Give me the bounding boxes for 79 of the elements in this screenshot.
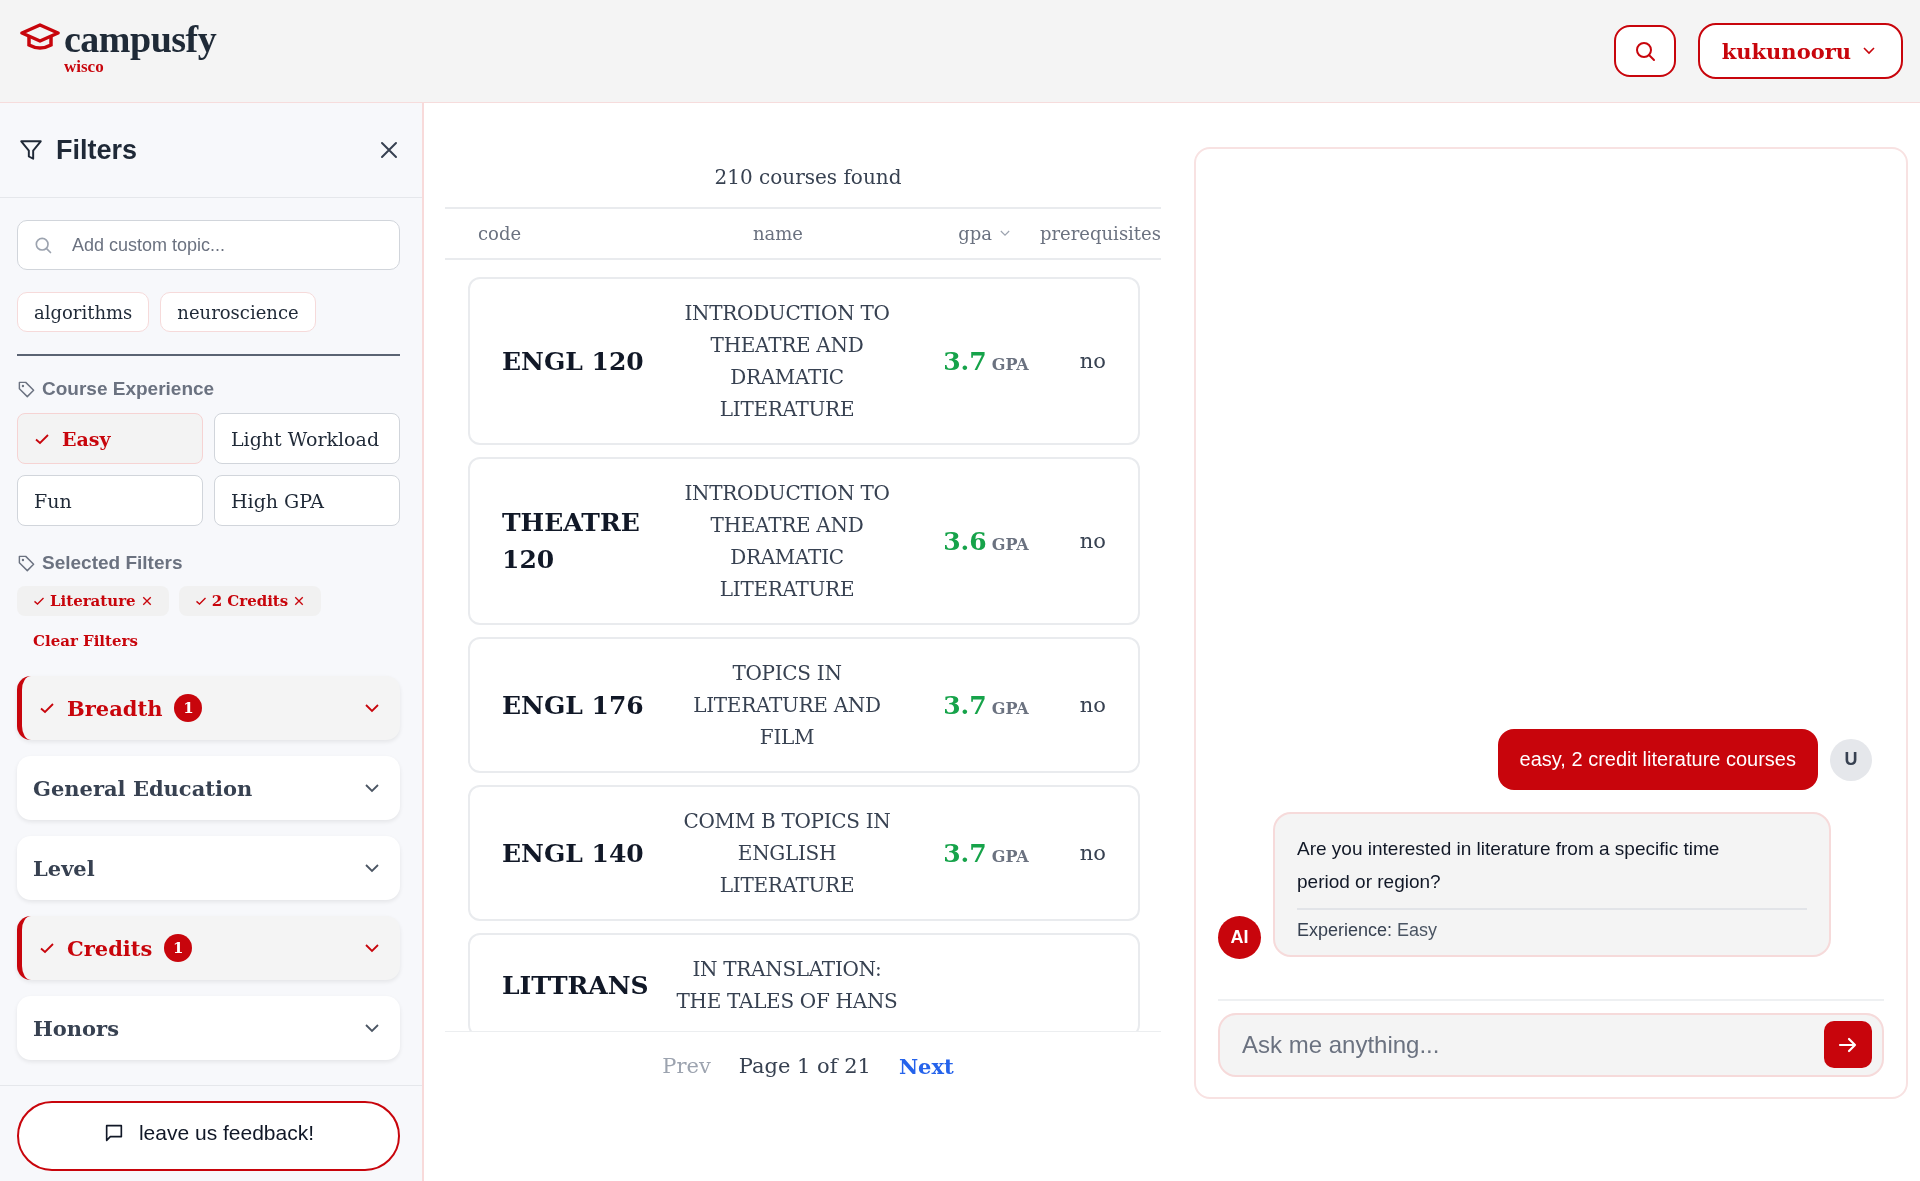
gpa-value: 3.6 GPA [942, 526, 1030, 556]
results-count: 210 courses found [713, 165, 903, 189]
chevron-down-icon [364, 943, 380, 953]
course-row[interactable]: LITTRANS IN TRANSLATION: THE TALES OF HANS [468, 933, 1140, 1031]
course-name: TOPICS IN LITERATURE AND FILM [692, 660, 882, 751]
clear-filters-link[interactable]: Clear Filters [33, 632, 138, 650]
gpa-value: 3.7 GPA [942, 346, 1030, 376]
count-badge: 1 [174, 694, 203, 722]
course-code: ENGL 176 [502, 689, 645, 722]
chat-input-field[interactable]: Ask me anything... [1218, 1013, 1884, 1077]
course-row[interactable]: ENGL 120 INTRODUCTION TO THEATRE AND DRAMATIC LITERATURE 3.7 GPA no [468, 277, 1140, 445]
prerequisites-value: no [1078, 841, 1106, 865]
filter-section[interactable]: Level [17, 836, 400, 900]
prerequisites-value: no [1078, 529, 1106, 553]
gpa-value: 3.7 GPA [942, 838, 1030, 868]
message-meta: Experience: Easy [1297, 920, 1439, 941]
filter-section[interactable]: Credits 1 [17, 916, 400, 980]
message-text: Are you interested in literature from a specific time period or region? [1297, 832, 1807, 910]
course-name: IN TRANSLATION: THE TALES OF HANS [675, 956, 899, 1015]
user-message: easy, 2 credit literature courses [1497, 729, 1818, 790]
feedback-button[interactable]: leave us feedback! [17, 1101, 400, 1171]
course-code: ENGL 120 [502, 345, 645, 378]
course-code: ENGL 140 [502, 837, 645, 870]
sort-chevron-icon [999, 230, 1010, 237]
experience-option[interactable]: Fun [17, 475, 203, 526]
filter-section[interactable]: General Education [17, 756, 400, 820]
course-name: INTRODUCTION TO THEATRE AND DRAMATIC LITERATURE [683, 300, 891, 423]
page-indicator: Page 1 of 21 [738, 1054, 871, 1079]
chevron-down-icon [364, 703, 380, 713]
section-label: Selected Filters [42, 552, 183, 574]
course-name: INTRODUCTION TO THEATRE AND DRAMATIC LITERATURE [683, 480, 891, 603]
logo-tagline: wisco [64, 58, 104, 76]
gpa-value: 3.7 GPA [942, 690, 1030, 720]
chevron-down-icon [364, 1023, 380, 1033]
topic-chip[interactable]: algorithms [17, 292, 150, 332]
experience-option[interactable]: Light Workload [214, 413, 400, 464]
remove-icon [293, 595, 306, 607]
course-code: THEATRE 120 [502, 507, 641, 576]
chevron-down-icon [364, 863, 380, 873]
course-row[interactable]: THEATRE 120 INTRODUCTION TO THEATRE AND DRAMATIC LITERATURE 3.6 GPA no [468, 457, 1140, 625]
selected-filter-chip[interactable]: Literature [17, 586, 169, 616]
check-icon [39, 700, 55, 716]
filters-title: Filters [56, 134, 139, 166]
course-name: COMM B TOPICS IN ENGLISH LITERATURE [682, 808, 892, 899]
funnel-icon [18, 137, 44, 163]
tag-icon [17, 553, 36, 573]
topic-chip[interactable]: neuroscience [160, 292, 316, 332]
course-row[interactable]: ENGL 140 COMM B TOPICS IN ENGLISH LITERATURE 3.7 GPA no [468, 785, 1140, 921]
remove-icon [140, 595, 153, 607]
search-button[interactable] [1613, 25, 1676, 77]
column-header[interactable]: prerequisites [1039, 223, 1161, 244]
next-link[interactable]: Next [898, 1054, 954, 1079]
experience-option[interactable]: Easy [17, 413, 203, 464]
column-header[interactable]: code [478, 223, 628, 244]
count-badge: 1 [164, 934, 193, 962]
user-avatar: U [1830, 738, 1872, 781]
send-button[interactable] [1824, 1021, 1872, 1068]
user-menu-button[interactable]: kukunooru [1697, 23, 1903, 79]
course-row[interactable]: ENGL 176 TOPICS IN LITERATURE AND FILM 3.7 GPA no [468, 637, 1140, 773]
course-code: LITTRANS [502, 969, 650, 1002]
logo-wordmark[interactable]: campusfy [64, 20, 217, 58]
selected-filter-chip[interactable]: 2 Credits [178, 586, 322, 616]
experience-option[interactable]: High GPA [214, 475, 400, 526]
graduation-cap-icon [20, 22, 60, 52]
filter-section[interactable]: Honors [17, 996, 400, 1060]
prerequisites-value: no [1078, 349, 1106, 373]
topic-search-field[interactable]: Add custom topic... [17, 220, 400, 270]
section-label: Course Experience [42, 378, 215, 400]
chevron-down-icon [364, 783, 380, 793]
check-icon [39, 940, 55, 956]
filter-section[interactable]: Breadth 1 [17, 676, 400, 740]
check-icon [33, 595, 45, 607]
tag-icon [17, 379, 36, 399]
assistant-avatar: AI [1218, 916, 1261, 959]
column-header[interactable]: gpa [888, 223, 1040, 244]
chevron-down-icon [1863, 47, 1875, 55]
prerequisites-value: no [1078, 693, 1106, 717]
column-header[interactable]: name [628, 223, 888, 244]
check-icon [194, 595, 207, 607]
